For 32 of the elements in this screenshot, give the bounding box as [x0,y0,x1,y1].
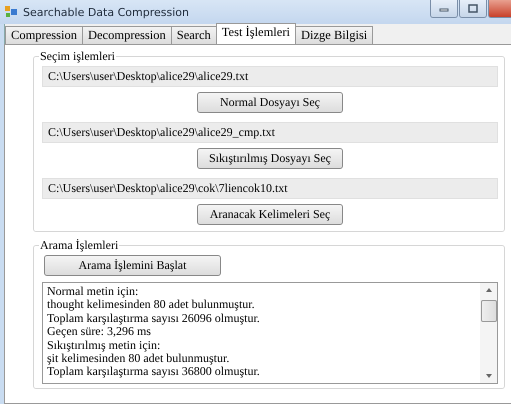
path-field[interactable]: C:\Users\user\Desktop\alice29\alice29_cmp.txt [42,122,498,143]
scroll-up-icon[interactable] [486,288,492,292]
select-file-button[interactable]: Sıkıştırılmış Dosyayı Seç [197,148,343,169]
scroll-down-icon[interactable] [486,374,492,378]
tab[interactable]: Test İşlemleri [216,23,296,44]
scrollbar[interactable] [480,283,497,383]
app-icon [4,5,18,19]
tab[interactable]: Decompression [82,26,172,44]
group-title: Seçim işlemleri [39,49,116,64]
maximize-icon [468,4,478,13]
output-line: Geçen süre: 3,296 ms [47,325,152,339]
output-textbox[interactable] [42,282,498,384]
output-line: Toplam karşılaştırma sayısı 26096 olmuştur. [47,312,261,326]
path-field[interactable]: C:\Users\user\Desktop\alice29\cok\7liencok10.txt [42,178,498,199]
group-title: Arama İşlemleri [39,238,120,253]
select-file-button[interactable]: Normal Dosyayı Seç [197,92,343,113]
select-file-button[interactable]: Aranacak Kelimeleri Seç [197,204,343,225]
tab[interactable]: Compression [5,26,83,44]
window-title: Searchable Data Compression [23,6,189,18]
path-field[interactable]: C:\Users\user\Desktop\alice29\alice29.txt [42,66,498,87]
minimize-button[interactable] [430,0,458,18]
output-line: şit kelimesinden 80 adet bulunmuştur. [47,352,230,366]
output-line: thought kelimesinden 80 adet bulunmuştur. [47,298,256,312]
output-line: Normal metin için: [47,285,140,298]
tab[interactable]: Dizge Bilgisi [294,26,374,44]
tab[interactable]: Search [170,26,217,44]
scroll-thumb[interactable] [480,300,496,322]
maximize-button[interactable] [459,0,487,18]
output-line: Toplam karşılaştırma sayısı 36800 olmuştur. [47,365,261,379]
start-search-button[interactable]: Arama İşlemini Başlat [44,255,221,276]
minimize-icon [439,6,449,12]
output-line: Sıkıştırılmış metin için: [47,338,162,352]
